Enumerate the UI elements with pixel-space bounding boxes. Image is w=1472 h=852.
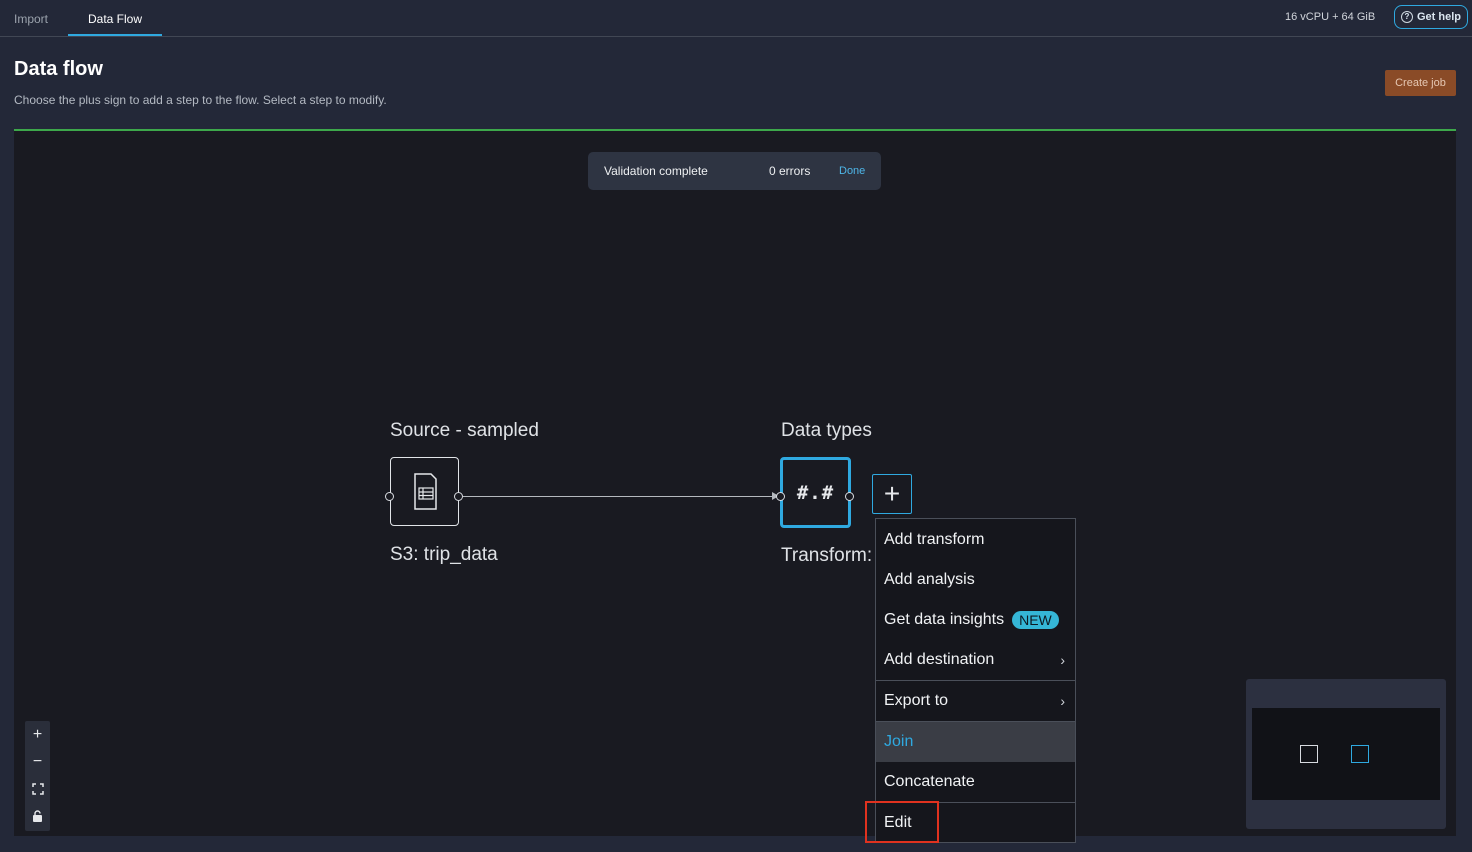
add-step-button[interactable]: + — [872, 474, 912, 514]
validation-done-link[interactable]: Done — [839, 165, 865, 177]
menu-item-label: Add destination — [884, 651, 995, 668]
tab-data-flow[interactable]: Data Flow — [88, 12, 142, 26]
validation-message: Validation complete — [604, 164, 708, 178]
source-input-port[interactable] — [385, 492, 394, 501]
add-step-menu: Add transform Add analysis Get data insi… — [875, 518, 1076, 843]
chevron-right-icon: › — [1060, 652, 1065, 668]
minimap[interactable] — [1246, 679, 1446, 829]
menu-item-label: Add transform — [884, 531, 985, 548]
zoom-out-button[interactable]: − — [25, 748, 50, 775]
menu-item-label: Get data insights — [884, 611, 1005, 628]
create-job-button[interactable]: Create job — [1385, 70, 1456, 96]
source-output-port[interactable] — [454, 492, 463, 501]
flow-canvas[interactable]: Validation complete 0 errors Done Source… — [14, 129, 1456, 843]
active-tab-indicator — [68, 34, 162, 36]
dtypes-node-title: Data types — [781, 420, 872, 441]
minimap-dtypes-node — [1351, 745, 1369, 763]
source-node-caption: S3: trip_data — [390, 544, 498, 565]
menu-item-label: Export to — [884, 692, 949, 709]
chevron-right-icon: › — [1060, 693, 1065, 709]
table-file-icon — [414, 473, 437, 510]
menu-item-add-analysis[interactable]: Add analysis — [876, 560, 1075, 600]
menu-item-label: Concatenate — [884, 773, 975, 790]
dtypes-output-port[interactable] — [845, 492, 854, 501]
menu-item-add-destination[interactable]: Add destination › — [876, 640, 1075, 680]
menu-item-label: Join — [884, 733, 914, 750]
source-node[interactable] — [390, 457, 459, 526]
flow-edge — [463, 496, 774, 497]
menu-item-export-to[interactable]: Export to › — [876, 681, 1075, 721]
zoom-in-button[interactable]: + — [25, 721, 50, 748]
menu-item-join[interactable]: Join — [876, 722, 1075, 762]
dtypes-node-caption: Transform: — [781, 545, 873, 566]
menu-item-add-transform[interactable]: Add transform — [876, 520, 1075, 560]
tab-import[interactable]: Import — [14, 12, 48, 26]
validation-error-count: 0 errors — [769, 164, 811, 178]
get-help-label: Get help — [1416, 11, 1461, 23]
page-subtitle: Choose the plus sign to add a step to th… — [14, 93, 387, 107]
menu-item-get-data-insights[interactable]: Get data insights NEW — [876, 600, 1075, 640]
instance-resources[interactable]: 16 vCPU + 64 GiB — [1285, 11, 1375, 23]
lock-icon — [33, 809, 42, 822]
page-title: Data flow — [14, 58, 103, 80]
top-tab-bar: Import Data Flow 16 vCPU + 64 GiB ? Get … — [0, 0, 1472, 37]
minimap-viewport — [1252, 708, 1440, 800]
number-format-icon: #.# — [796, 481, 835, 504]
lock-button[interactable] — [25, 802, 50, 829]
minimap-source-node — [1300, 745, 1318, 763]
edit-annotation-box — [865, 801, 939, 843]
fit-view-button[interactable] — [25, 775, 50, 802]
dtypes-node[interactable]: #.# — [780, 457, 851, 528]
menu-item-label: Add analysis — [884, 571, 975, 588]
validation-banner: Validation complete 0 errors Done — [588, 152, 881, 190]
help-circle-icon: ? — [1400, 11, 1413, 23]
get-help-button[interactable]: ? Get help — [1394, 5, 1468, 29]
source-node-title: Source - sampled — [390, 420, 539, 441]
zoom-controls: + − — [25, 721, 50, 831]
fit-view-icon — [31, 782, 44, 795]
menu-item-concatenate[interactable]: Concatenate — [876, 762, 1075, 802]
dtypes-input-port[interactable] — [776, 492, 785, 501]
new-badge: NEW — [1012, 611, 1059, 629]
